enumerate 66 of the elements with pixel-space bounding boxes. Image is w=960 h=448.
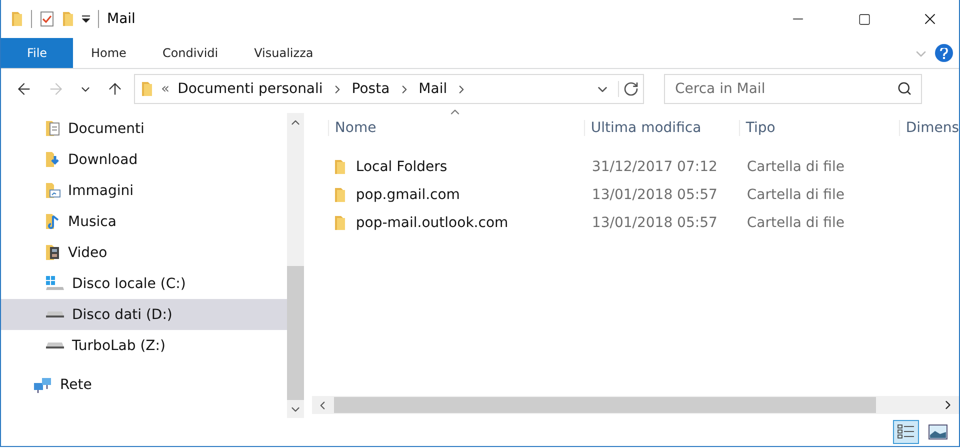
column-header[interactable]: Nome	[328, 120, 584, 136]
column-header[interactable]: Ultima modifica	[584, 120, 739, 136]
column-header[interactable]: Tipo	[738, 120, 899, 136]
downloads-icon	[45, 151, 61, 168]
nav-item[interactable]: Download	[1, 144, 287, 175]
network-icon	[33, 376, 53, 394]
folder-icon	[334, 215, 346, 231]
nav-label: Immagini	[68, 182, 134, 198]
nav-item[interactable]: Musica	[1, 206, 287, 237]
maximize-icon[interactable]	[858, 12, 870, 26]
system-drive-icon	[45, 275, 65, 292]
nav-item[interactable]: Immagini	[1, 175, 287, 206]
window-title: Mail	[107, 11, 136, 27]
folder-icon	[11, 11, 23, 27]
details-view-button[interactable]	[893, 420, 919, 444]
modified-cell-text: 13/01/2018 05:57	[590, 215, 718, 231]
folder-icon	[141, 81, 153, 97]
file-name[interactable]: Local Folders	[356, 159, 448, 175]
ribbon-tab[interactable]: File	[1, 38, 73, 68]
nav-label: Musica	[68, 214, 116, 230]
pictures-icon	[45, 182, 61, 199]
nav-item[interactable]: Documenti	[1, 113, 287, 144]
drive-icon	[45, 342, 65, 349]
drive-icon	[45, 311, 65, 318]
breadcrumb[interactable]: Documenti personali	[178, 81, 323, 97]
dropdown-icon[interactable]	[82, 15, 90, 23]
breadcrumb[interactable]: Mail	[418, 81, 448, 97]
type-cell-text: Cartella di file	[746, 187, 846, 203]
nav-item[interactable]: Disco locale (C:)	[1, 268, 287, 299]
scrollbar-thumb[interactable]	[334, 397, 876, 413]
nav-item[interactable]: Video	[1, 237, 287, 268]
address-bar[interactable]: « Documenti personali Posta Mail	[134, 74, 644, 104]
videos-icon	[45, 244, 61, 261]
breadcrumb[interactable]: Posta	[352, 81, 390, 97]
nav-label: Disco dati (D:)	[72, 306, 172, 322]
type-cell-text: Cartella di file	[746, 215, 846, 231]
modified-cell-text: 31/12/2017 07:12	[590, 159, 718, 175]
properties-icon[interactable]	[40, 11, 54, 27]
nav-label: Video	[68, 244, 108, 260]
file-name[interactable]: pop-mail.outlook.com	[356, 215, 508, 231]
nav-label: TurboLab (Z:)	[72, 338, 166, 354]
nav-item[interactable]: Rete	[1, 369, 287, 400]
music-icon	[45, 213, 61, 230]
documents-icon	[45, 120, 61, 137]
folder-icon	[334, 187, 346, 203]
nav-label: Rete	[60, 376, 92, 392]
nav-label: Documenti	[68, 120, 144, 136]
nav-item[interactable]: Disco dati (D:)	[1, 299, 287, 330]
column-header[interactable]: Dimens	[898, 120, 959, 136]
folder-icon	[334, 159, 346, 175]
nav-label: Disco locale (C:)	[72, 276, 186, 292]
nav-label: Download	[68, 152, 138, 168]
search-icon	[897, 81, 912, 96]
large-icons-view-icon[interactable]	[928, 424, 948, 440]
type-cell-text: Cartella di file	[746, 159, 846, 175]
nav-item[interactable]: TurboLab (Z:)	[1, 330, 287, 361]
horizontal-scrollbar[interactable]	[312, 396, 959, 414]
search-field[interactable]: Cerca in Mail	[664, 74, 922, 104]
overflow-crumb[interactable]: «	[161, 81, 170, 97]
modified-cell-text: 13/01/2018 05:57	[590, 187, 718, 203]
vertical-scrollbar[interactable]	[286, 113, 304, 418]
scrollbar-thumb[interactable]	[286, 266, 304, 400]
file-name[interactable]: pop.gmail.com	[356, 187, 460, 203]
details-view-icon[interactable]	[897, 424, 915, 440]
new-folder-icon	[62, 11, 74, 27]
help-icon[interactable]	[935, 44, 953, 62]
